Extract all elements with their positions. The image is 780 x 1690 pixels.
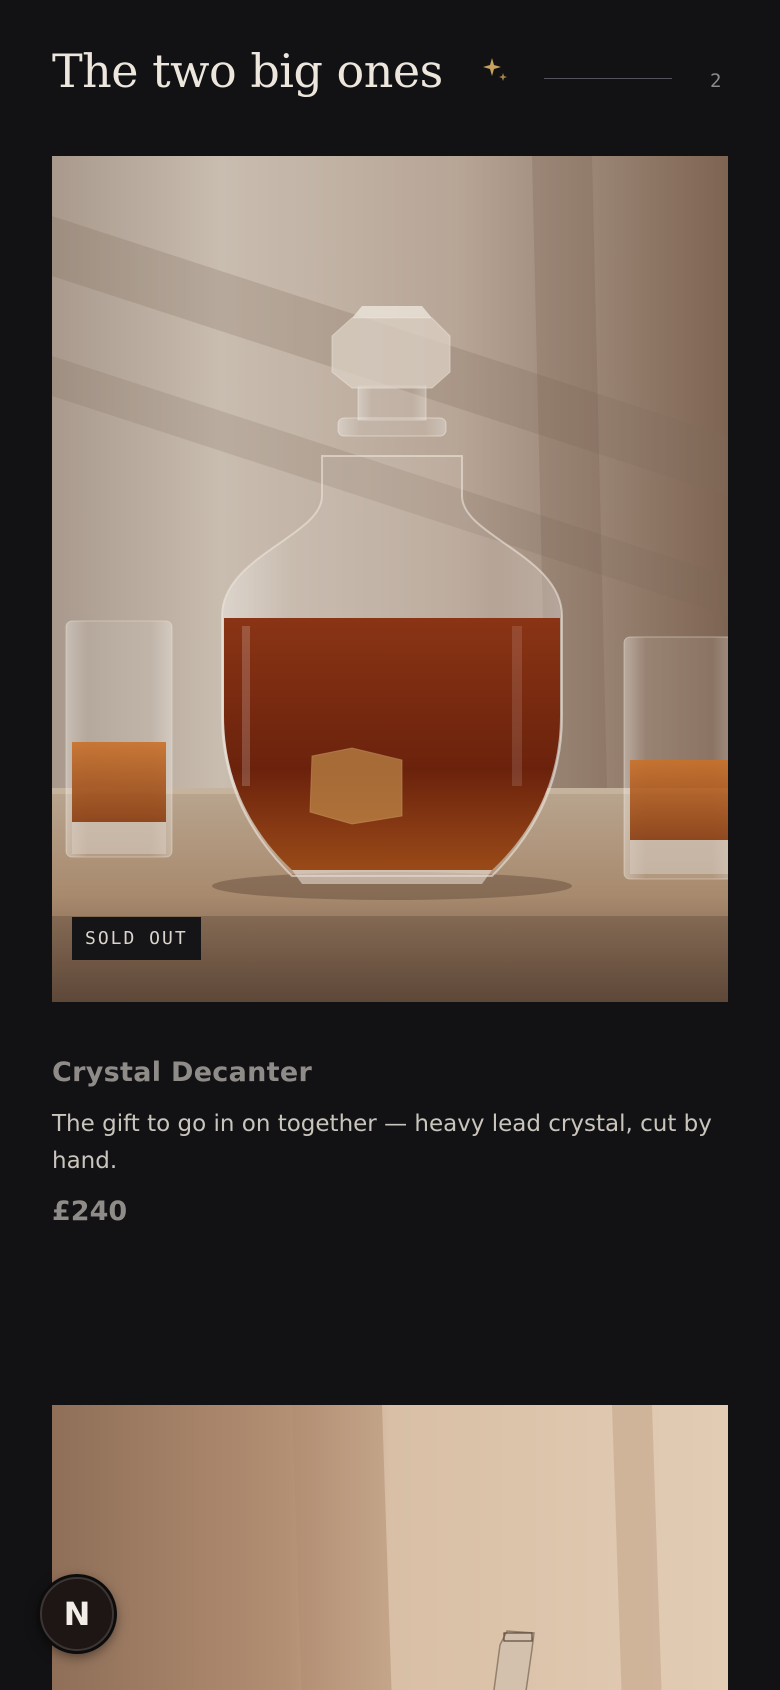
product-name[interactable]: Crystal Decanter — [52, 1057, 312, 1088]
bottle-photo — [52, 1405, 728, 1690]
product-image-second[interactable] — [52, 1405, 728, 1690]
section-title: The two big ones — [52, 44, 443, 98]
sparkle-icon — [483, 58, 507, 81]
decanter-photo — [52, 156, 728, 1002]
product-description: The gift to go in on together — heavy le… — [52, 1111, 712, 1174]
n-logo-button[interactable]: N — [40, 1577, 114, 1651]
n-logo-letter: N — [63, 1595, 91, 1633]
section-header: The two big ones 2 — [52, 40, 728, 110]
header-divider — [544, 78, 672, 79]
sold-out-badge: SOLD OUT — [72, 917, 201, 960]
product-price: £240 — [52, 1196, 128, 1227]
item-count: 2 — [710, 70, 722, 92]
product-image-crystal-decanter[interactable]: SOLD OUT — [52, 156, 728, 1002]
